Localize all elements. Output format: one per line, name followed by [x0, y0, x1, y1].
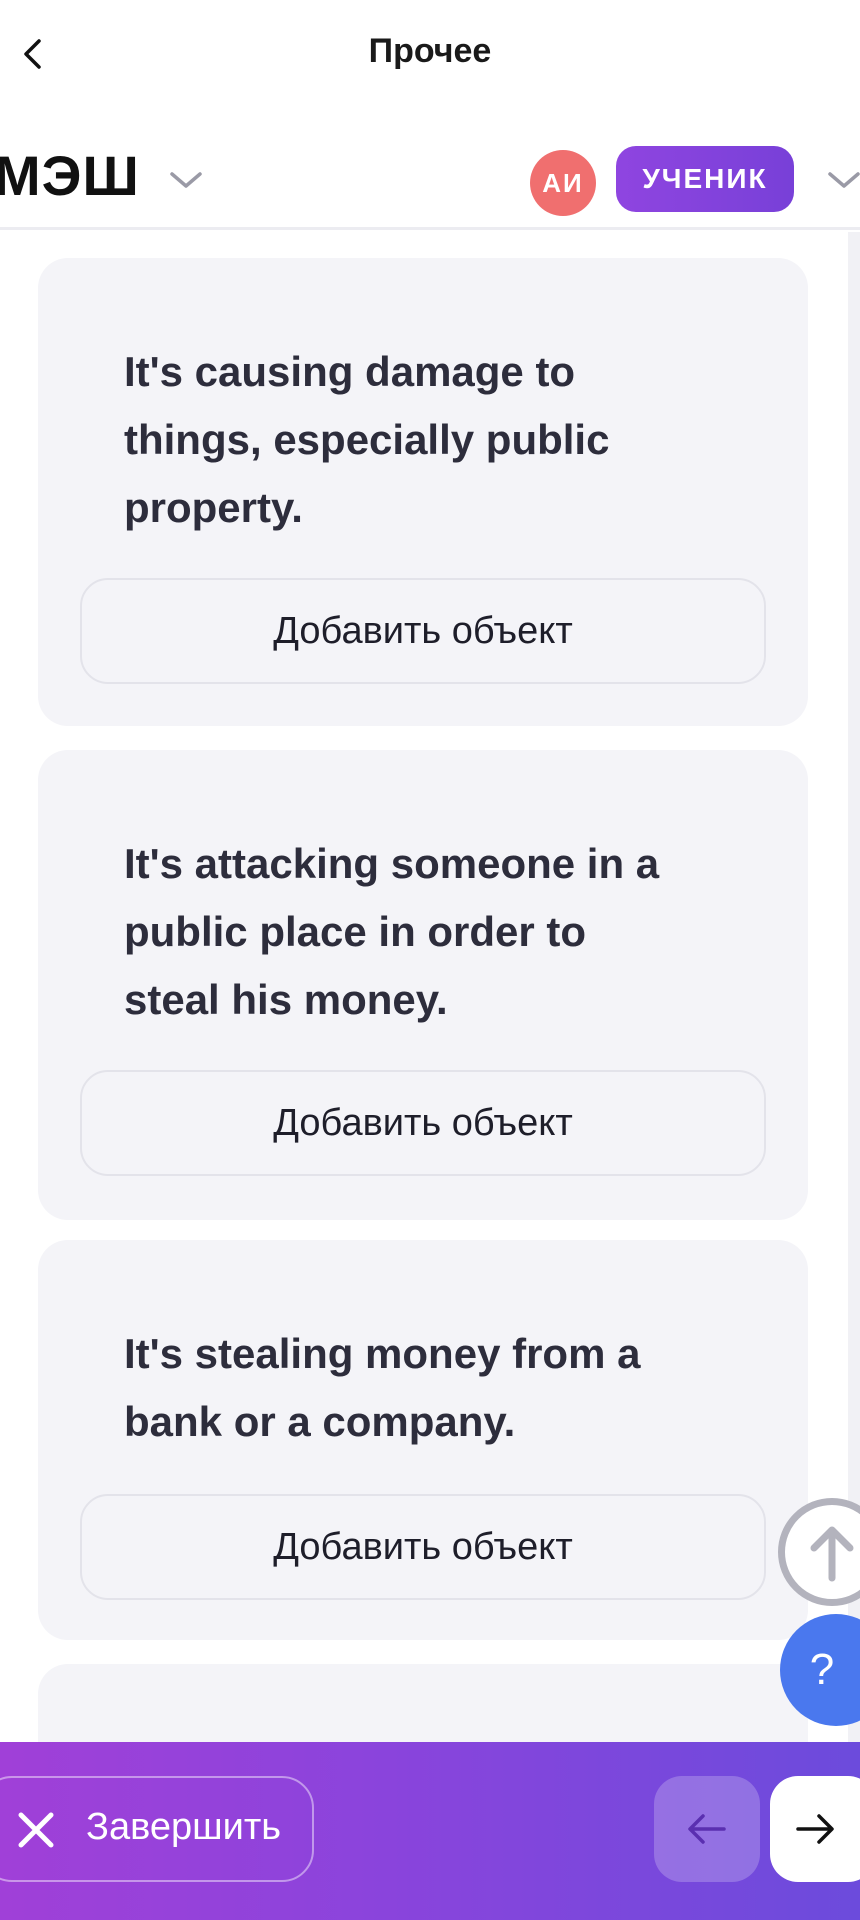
- card-statement: It's stealing money from a bank or a com…: [124, 1330, 641, 1445]
- close-icon: [18, 1812, 54, 1848]
- card-statement: It's attacking someone in a public place…: [124, 840, 660, 1023]
- role-dropdown-toggle[interactable]: [824, 164, 860, 196]
- logo-dropdown-toggle[interactable]: [166, 164, 206, 196]
- role-badge[interactable]: УЧЕНИК: [616, 146, 794, 212]
- previous-button[interactable]: [654, 1776, 760, 1882]
- card-statement: It's causing damage to things, especiall…: [124, 348, 610, 531]
- arrow-up-icon: [810, 1526, 854, 1582]
- task-card: It's causing damage to things, especiall…: [38, 258, 808, 726]
- add-object-button[interactable]: Добавить объект: [80, 1070, 766, 1176]
- arrow-right-icon: [796, 1814, 834, 1844]
- finish-button[interactable]: Завершить: [0, 1776, 314, 1882]
- page-title: Прочее: [368, 32, 492, 70]
- help-label: ?: [809, 1645, 835, 1694]
- app-header: МЭШ АИ УЧЕНИК: [0, 120, 860, 230]
- finish-label: Завершить: [86, 1806, 282, 1848]
- bottom-action-bar: Завершить: [0, 1742, 860, 1920]
- chevron-down-icon: [828, 172, 860, 188]
- user-avatar[interactable]: АИ: [530, 150, 596, 216]
- next-button[interactable]: [770, 1776, 860, 1882]
- task-card: It's attacking someone in a public place…: [38, 750, 808, 1220]
- navigation-bar: Прочее: [0, 0, 860, 110]
- add-object-button[interactable]: Добавить объект: [80, 578, 766, 684]
- arrow-left-icon: [688, 1814, 726, 1844]
- chevron-down-icon: [170, 172, 202, 188]
- app-logo[interactable]: МЭШ: [0, 148, 140, 204]
- task-card: It's stealing money from a bank or a com…: [38, 1240, 808, 1640]
- add-object-button[interactable]: Добавить объект: [80, 1494, 766, 1600]
